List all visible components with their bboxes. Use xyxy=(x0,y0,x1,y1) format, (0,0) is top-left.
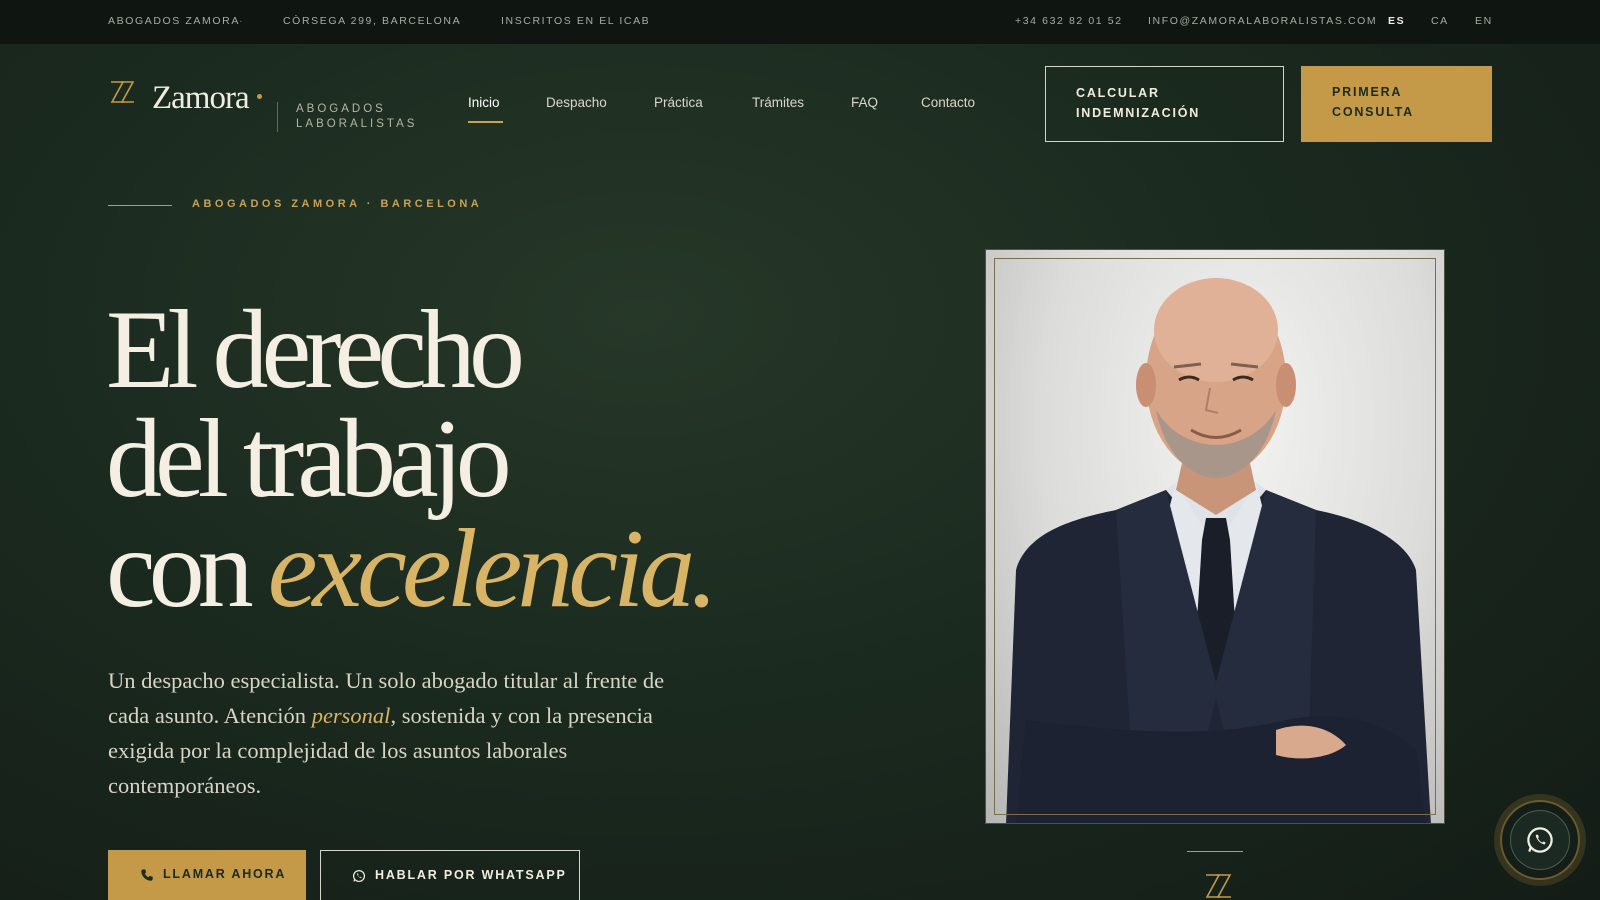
portrait-inner-border xyxy=(994,258,1436,815)
first-consultation-label-line1: PRIMERA xyxy=(1332,85,1403,99)
logo-tagline-line1: ABOGADOS xyxy=(296,103,386,115)
nav-active-indicator xyxy=(468,121,503,123)
logo-divider xyxy=(277,102,278,132)
call-now-button[interactable]: LLAMAR AHORA xyxy=(108,850,306,900)
calculate-compensation-label-line1: CALCULAR xyxy=(1076,86,1160,100)
call-now-label: LLAMAR AHORA xyxy=(163,867,287,881)
hero-title-line2: del trabajo xyxy=(106,397,512,521)
language-ca[interactable]: CA xyxy=(1431,15,1449,27)
hero-lede-emphasis: personal xyxy=(311,703,391,728)
logo-tagline: ABOGADOS LABORALISTAS xyxy=(296,102,417,132)
lawyer-portrait xyxy=(985,249,1445,824)
phone-icon xyxy=(141,869,153,881)
nav-despacho[interactable]: Despacho xyxy=(546,95,607,110)
hero-eyebrow: ABOGADOS ZAMORA · BARCELONA xyxy=(192,198,483,210)
floating-whatsapp-inner xyxy=(1510,810,1570,870)
language-es[interactable]: ES xyxy=(1388,15,1405,27)
nav-faq[interactable]: FAQ xyxy=(851,95,878,110)
zz-monogram-icon xyxy=(110,81,135,103)
topbar-phone-link[interactable]: +34 632 82 01 52 xyxy=(1015,15,1123,27)
whatsapp-chat-label: HABLAR POR WHATSAPP xyxy=(375,868,567,882)
top-bar: ABOGADOS ZAMORA · CÒRSEGA 299, BARCELONA… xyxy=(0,0,1600,44)
nav-practica[interactable]: Práctica xyxy=(654,95,703,110)
logo-name: Zamora xyxy=(152,80,250,116)
eyebrow-line xyxy=(108,205,172,206)
hero-title-accent: excelencia. xyxy=(267,507,718,631)
calculate-compensation-label-line2: INDEMNIZACIÓN xyxy=(1076,106,1201,120)
nav-tramites[interactable]: Trámites xyxy=(752,95,804,110)
hero-title-line3: con excelencia. xyxy=(106,513,718,625)
topbar-email-link[interactable]: INFO@ZAMORALABORALISTAS.COM xyxy=(1148,15,1377,27)
first-consultation-label-line2: CONSULTA xyxy=(1332,105,1414,119)
floating-whatsapp-button[interactable] xyxy=(1500,800,1580,880)
calculate-compensation-button[interactable]: CALCULAR INDEMNIZACIÓN xyxy=(1045,66,1284,142)
hero-title-line1: El derecho xyxy=(106,288,525,412)
hero-lede: Un despacho especialista. Un solo abogad… xyxy=(108,663,668,803)
zz-monogram-icon xyxy=(1205,874,1232,898)
whatsapp-icon xyxy=(352,869,366,883)
portrait-caption-line xyxy=(1187,851,1243,852)
topbar-brand: ABOGADOS ZAMORA xyxy=(108,15,240,27)
language-en[interactable]: EN xyxy=(1475,15,1493,27)
topbar-registry: INSCRITOS EN EL ICAB xyxy=(501,15,651,27)
whatsapp-icon xyxy=(1527,827,1553,853)
topbar-separator: · xyxy=(239,15,245,27)
topbar-address: CÒRSEGA 299, BARCELONA xyxy=(283,15,462,27)
nav-contacto[interactable]: Contacto xyxy=(921,95,975,110)
nav-inicio[interactable]: Inicio xyxy=(468,95,500,110)
logo-dot xyxy=(257,94,262,99)
topbar-separator: · xyxy=(457,15,463,27)
whatsapp-chat-button[interactable]: HABLAR POR WHATSAPP xyxy=(320,850,580,900)
logo-tagline-line2: LABORALISTAS xyxy=(296,118,418,130)
first-consultation-button[interactable]: PRIMERA CONSULTA xyxy=(1301,66,1492,142)
hero-title-plain: con xyxy=(106,507,268,631)
